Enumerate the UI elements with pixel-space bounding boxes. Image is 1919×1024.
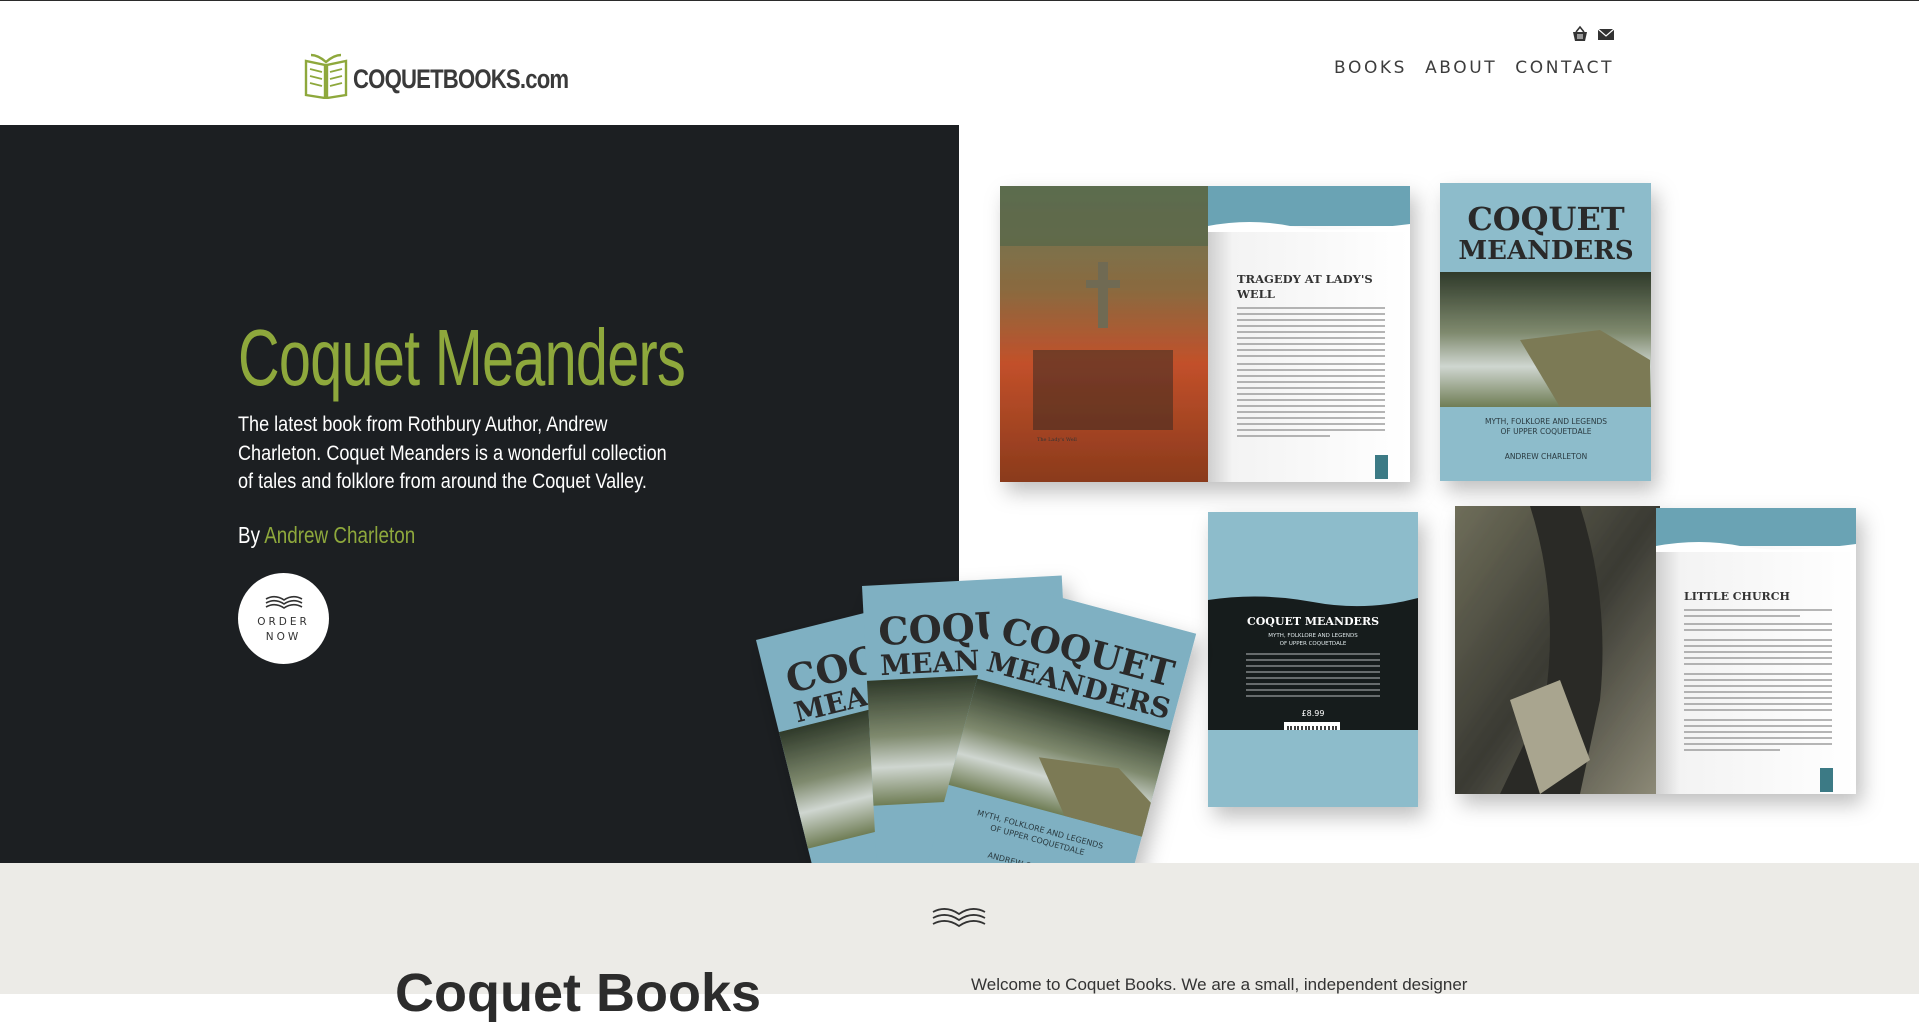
site-header: COQUETBOOKS.com BOOKS ABOUT CONTACT [0,1,1919,125]
author-link[interactable]: Andrew Charleton [264,522,415,548]
byline-prefix: By [238,522,261,548]
utility-icons [1571,25,1615,43]
basket-icon[interactable] [1571,25,1589,43]
order-label-line2: NOW [265,630,302,643]
hero-image-area [959,125,1919,863]
order-label-line1: ORDER [257,615,310,628]
welcome-text: Welcome to Coquet Books. We are a small,… [971,975,1468,994]
logo-text: COQUETBOOKS.com [353,63,569,94]
open-book-icon [932,908,986,928]
order-now-button[interactable]: ORDER NOW [238,573,329,664]
nav-books[interactable]: BOOKS [1334,58,1407,78]
nav-contact[interactable]: CONTACT [1515,58,1614,78]
site-logo[interactable]: COQUETBOOKS.com [303,51,616,99]
welcome-heading: Coquet Books [395,963,762,1023]
open-book-icon [265,595,302,609]
hero-description: The latest book from Rothbury Author, An… [238,413,667,493]
hero-byline: By Andrew Charleton [238,522,415,549]
envelope-icon[interactable] [1597,25,1615,43]
open-book-logo-icon [304,53,348,99]
nav-about[interactable]: ABOUT [1425,58,1497,78]
hero-title: Coquet Meanders [238,313,686,402]
main-nav: BOOKS ABOUT CONTACT [1334,58,1614,78]
